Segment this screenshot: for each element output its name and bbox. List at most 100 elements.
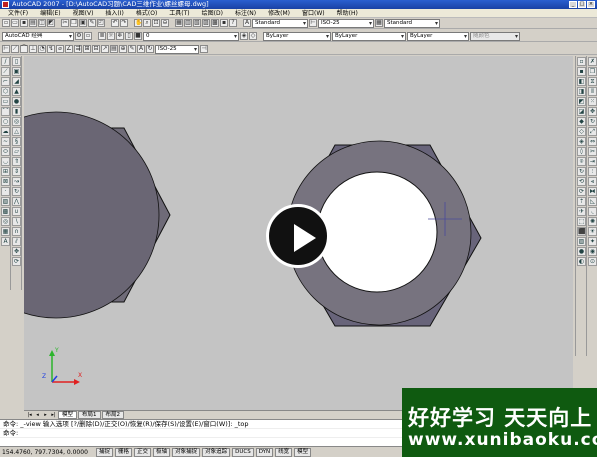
move-icon[interactable]: ✥: [588, 107, 597, 116]
next-tab-icon[interactable]: ▸: [42, 412, 49, 418]
dimtedit-icon[interactable]: A: [137, 45, 145, 53]
make-layer-current-icon[interactable]: ◈: [240, 32, 248, 40]
cylinder-icon[interactable]: ▮: [12, 107, 21, 116]
menu-view[interactable]: 视图(V): [67, 9, 100, 17]
top-view-icon[interactable]: ▫: [577, 57, 586, 66]
hatch-icon[interactable]: ▨: [1, 197, 10, 206]
region-icon[interactable]: ◎: [1, 217, 10, 226]
color-select[interactable]: ByLayer: [263, 31, 331, 41]
3d-move-icon[interactable]: ✥: [12, 247, 21, 256]
walk-icon[interactable]: ⇡: [577, 197, 586, 206]
wedge-icon[interactable]: ◢: [12, 77, 21, 86]
tab-layout2[interactable]: 布局2: [101, 410, 125, 419]
linetype-select[interactable]: ByLayer: [332, 31, 406, 41]
lights-icon[interactable]: ✦: [588, 237, 597, 246]
camera-view-icon[interactable]: ⊙: [588, 257, 597, 266]
intersect-icon[interactable]: ∩: [12, 227, 21, 236]
quickcalc-icon[interactable]: ▪: [220, 19, 228, 27]
rectangle-icon[interactable]: ▭: [1, 97, 10, 106]
layer-lock-icon[interactable]: ▯: [125, 32, 133, 40]
copy-object-icon[interactable]: ❐: [588, 67, 597, 76]
save-icon[interactable]: ▪: [20, 19, 28, 27]
hidden-icon[interactable]: ▨: [577, 237, 586, 246]
table-icon[interactable]: ▦: [1, 227, 10, 236]
quick-leader-icon[interactable]: ↗: [101, 45, 109, 53]
cut-icon[interactable]: ✂: [61, 19, 69, 27]
rotate-icon[interactable]: ↻: [588, 117, 597, 126]
erase-icon[interactable]: ✗: [588, 57, 597, 66]
tool-palettes-icon[interactable]: ▧: [193, 19, 201, 27]
nw-iso-icon[interactable]: ◊: [577, 147, 586, 156]
autocad-app-icon[interactable]: [2, 1, 9, 8]
array-icon[interactable]: ⁙: [588, 97, 597, 106]
presspull-icon[interactable]: ⇕: [12, 167, 21, 176]
ne-iso-icon[interactable]: ◈: [577, 137, 586, 146]
fly-icon[interactable]: ✈: [577, 207, 586, 216]
workspace-select[interactable]: AutoCAD 经典: [2, 31, 74, 41]
revolve-icon[interactable]: ↻: [12, 187, 21, 196]
dim-style-icon[interactable]: ⊢: [309, 19, 317, 27]
menu-draw[interactable]: 绘图(D): [196, 9, 229, 17]
table-style-select[interactable]: Standard: [384, 18, 440, 28]
grid-toggle[interactable]: 栅格: [115, 447, 133, 457]
plot-style-select[interactable]: 随颜色: [470, 31, 520, 41]
layer-freeze-icon[interactable]: ❄: [116, 32, 124, 40]
layer-manager-icon[interactable]: ≣: [98, 32, 106, 40]
ducs-toggle[interactable]: DUCS: [232, 447, 254, 457]
loft-icon[interactable]: ⋀: [12, 197, 21, 206]
print-icon[interactable]: ▤: [29, 19, 37, 27]
dim-style-manager-icon[interactable]: ⊣: [200, 45, 208, 53]
ellipse-arc-icon[interactable]: ◡: [1, 157, 10, 166]
menu-dimension[interactable]: 标注(N): [229, 9, 262, 17]
new-file-icon[interactable]: ▫: [2, 19, 10, 27]
chamfer-icon[interactable]: ◺: [588, 197, 597, 206]
box-icon[interactable]: ▣: [12, 67, 21, 76]
union-icon[interactable]: ∪: [12, 207, 21, 216]
sw-iso-icon[interactable]: ◆: [577, 117, 586, 126]
3d-rotate-icon[interactable]: ⟳: [12, 257, 21, 266]
zoom-realtime-icon[interactable]: ⌕: [143, 19, 151, 27]
snap-toggle[interactable]: 捕捉: [96, 447, 114, 457]
stretch-icon[interactable]: ⇔: [588, 137, 597, 146]
properties-icon[interactable]: ▦: [175, 19, 183, 27]
sweep-icon[interactable]: ↝: [12, 177, 21, 186]
block-editor-icon[interactable]: ◰: [97, 19, 105, 27]
close-button[interactable]: ×: [587, 1, 595, 8]
bottom-view-icon[interactable]: ▪: [577, 67, 586, 76]
mtext-icon[interactable]: A: [1, 237, 10, 246]
menu-window[interactable]: 窗口(W): [296, 9, 331, 17]
menu-modify[interactable]: 修改(M): [262, 9, 296, 17]
pyramid-icon[interactable]: △: [12, 127, 21, 136]
first-tab-icon[interactable]: |◂: [26, 412, 33, 418]
menu-help[interactable]: 帮助(H): [331, 9, 364, 17]
tolerance-icon[interactable]: ▤: [110, 45, 118, 53]
dim-style-select-2[interactable]: ISO-25: [155, 44, 199, 54]
construction-line-icon[interactable]: ⟋: [1, 67, 10, 76]
jogged-dim-icon[interactable]: ↯: [47, 45, 55, 53]
menu-format[interactable]: 格式(O): [130, 9, 163, 17]
ellipse-icon[interactable]: ⬭: [1, 147, 10, 156]
polygon-icon[interactable]: ⬡: [1, 87, 10, 96]
print-preview-icon[interactable]: ◫: [38, 19, 46, 27]
left-view-icon[interactable]: ◧: [577, 77, 586, 86]
text-style-select[interactable]: Standard: [252, 18, 308, 28]
make-block-icon[interactable]: ⊠: [1, 177, 10, 186]
subtract-icon[interactable]: ∖: [12, 217, 21, 226]
layer-previous-icon[interactable]: ◇: [249, 32, 257, 40]
ortho-toggle[interactable]: 正交: [134, 447, 152, 457]
aligned-dim-icon[interactable]: ⟋: [11, 45, 19, 53]
workspace-settings-icon[interactable]: ⚙: [75, 32, 83, 40]
extend-icon[interactable]: ⇥: [588, 157, 597, 166]
design-center-icon[interactable]: ▥: [184, 19, 192, 27]
gradient-icon[interactable]: ▩: [1, 207, 10, 216]
break-at-point-icon[interactable]: ⫶: [588, 167, 597, 176]
lineweight-select[interactable]: ByLayer: [407, 31, 469, 41]
orbit-icon[interactable]: ↻: [577, 167, 586, 176]
osnap-toggle[interactable]: 对象捕捉: [172, 447, 201, 457]
mirror-icon[interactable]: ⧖: [588, 77, 597, 86]
explode-icon[interactable]: ✺: [588, 217, 597, 226]
arc-length-icon[interactable]: ⌒: [20, 45, 28, 53]
render-icon[interactable]: ☀: [588, 227, 597, 236]
conceptual-icon[interactable]: ◐: [577, 257, 586, 266]
polyline-icon[interactable]: ⌐: [1, 77, 10, 86]
